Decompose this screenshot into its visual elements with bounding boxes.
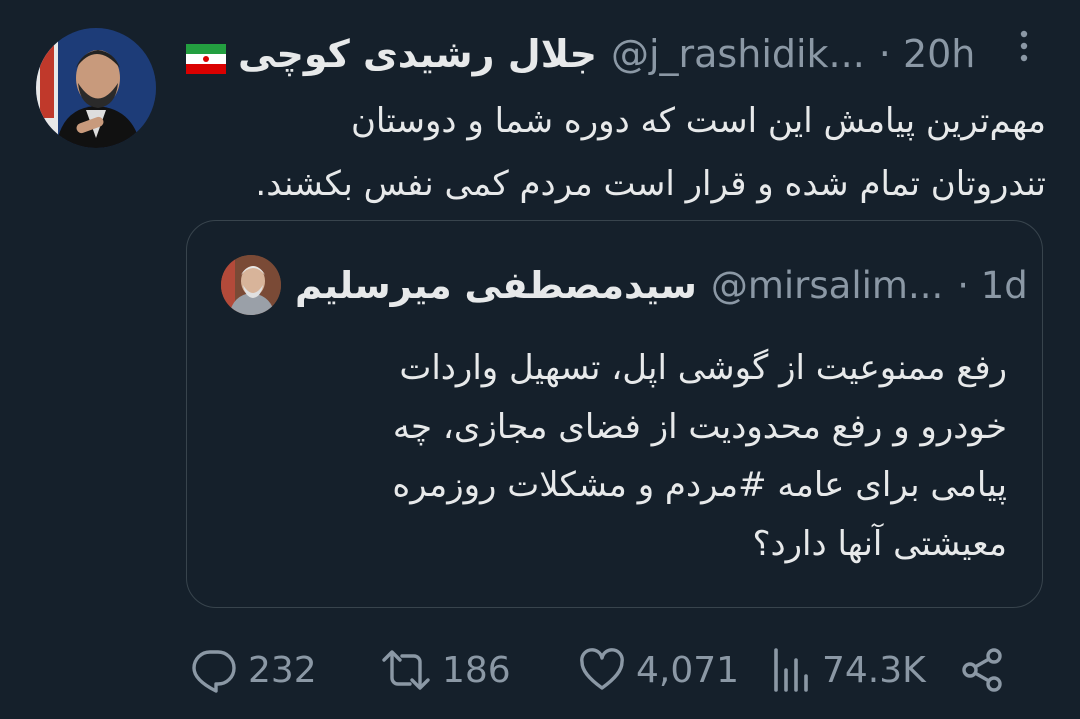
tweet-text: مهم‌ترین پیامش این است که دوره شما و دوس… (186, 90, 1046, 216)
author-handle[interactable]: @j_rashidik... (611, 32, 865, 76)
quoted-tweet-text: رفع ممنوعیت از گوشی اپل، تسهیل واردات خو… (227, 339, 1007, 573)
retweet-button[interactable]: 186 (380, 640, 511, 700)
views-button[interactable]: 74.3K (772, 640, 926, 700)
more-icon[interactable] (1012, 28, 1036, 68)
share-icon (960, 646, 1006, 694)
quoted-author-name[interactable]: سیدمصطفی میرسلیم (295, 264, 697, 307)
quoted-tweet-time[interactable]: · 1d (957, 264, 1028, 307)
reply-count: 232 (248, 649, 317, 691)
reply-icon (190, 646, 238, 694)
like-count: 4,071 (636, 649, 740, 691)
quoted-text-line: رفع ممنوعیت از گوشی اپل، تسهیل واردات (399, 348, 1007, 388)
views-count: 74.3K (822, 649, 926, 691)
quoted-author-handle[interactable]: @mirsalim... (711, 264, 943, 307)
tweet-text-line: تندروتان تمام شده و قرار است مردم کمی نف… (255, 164, 1046, 204)
reply-button[interactable]: 232 (190, 640, 317, 700)
tweet-time[interactable]: · 20h (879, 32, 976, 76)
heart-icon (578, 646, 626, 694)
retweet-icon (380, 646, 432, 694)
tweet[interactable]: جلال رشیدی کوچی @j_rashidik... · 20h مهم… (0, 0, 1080, 719)
quoted-text-line: خودرو و رفع محدودیت از فضای مجازی، چه (392, 406, 1007, 447)
quoted-author-avatar[interactable] (221, 255, 281, 315)
quoted-tweet[interactable]: سیدمصطفی میرسلیم @mirsalim... · 1d رفع م… (186, 220, 1043, 608)
retweet-count: 186 (442, 649, 511, 691)
author-name[interactable]: جلال رشیدی کوچی (238, 32, 597, 76)
author-avatar[interactable] (36, 28, 156, 148)
share-button[interactable] (960, 640, 1006, 700)
quoted-text-line: معیشتی آنها دارد؟ (752, 523, 1007, 564)
quoted-text-line: پیامی برای عامه #مردم و مشکلات روزمره (392, 465, 1007, 505)
like-button[interactable]: 4,071 (578, 640, 739, 700)
tweet-header: جلال رشیدی کوچی @j_rashidik... · 20h (186, 26, 1056, 82)
views-icon (772, 646, 812, 694)
quoted-tweet-header: سیدمصطفی میرسلیم @mirsalim... · 1d (221, 255, 1028, 315)
tweet-text-line: مهم‌ترین پیامش این است که دوره شما و دوس… (350, 101, 1046, 141)
iran-flag-icon (186, 39, 226, 74)
action-bar: 232 186 4,071 74.3K (190, 640, 1010, 700)
